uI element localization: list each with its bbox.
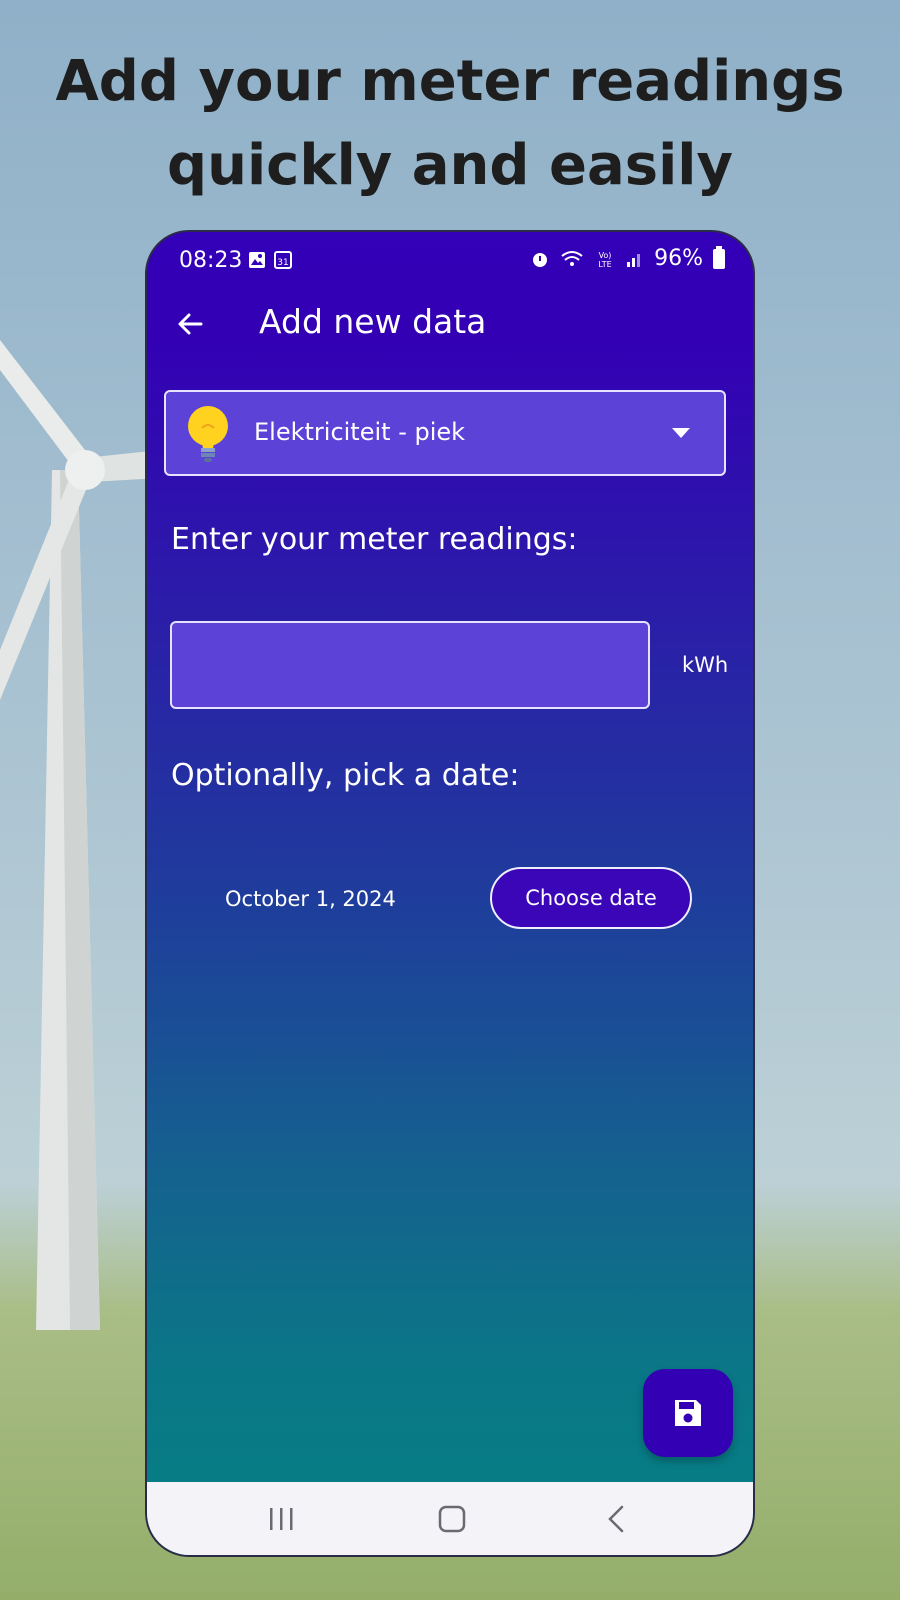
arrow-left-icon[interactable] xyxy=(171,304,211,344)
wind-turbine-illustration xyxy=(0,340,160,1330)
wifi-icon xyxy=(561,250,583,266)
status-time: 08:23 xyxy=(179,248,243,273)
status-left-icons: 31 xyxy=(247,250,293,270)
choose-date-button[interactable]: Choose date xyxy=(490,867,692,929)
status-right: Vo) LTE 96% xyxy=(530,245,725,271)
selected-date: October 1, 2024 xyxy=(225,887,396,911)
alarm-icon xyxy=(533,252,548,267)
svg-text:LTE: LTE xyxy=(598,260,611,269)
svg-text:31: 31 xyxy=(277,258,288,268)
calendar-icon: 31 xyxy=(274,251,292,269)
readings-label: Enter your meter readings: xyxy=(171,522,578,557)
headline-line-2: quickly and easily xyxy=(166,133,733,198)
unit-label: kWh xyxy=(682,653,729,677)
chevron-down-icon xyxy=(672,428,690,438)
date-label: Optionally, pick a date: xyxy=(171,758,520,793)
save-icon xyxy=(675,1400,701,1426)
signal-icon xyxy=(627,253,641,267)
lightbulb-icon xyxy=(188,406,228,462)
image-icon xyxy=(249,252,265,268)
back-icon[interactable] xyxy=(597,1504,637,1536)
headline-line-1: Add your meter readings xyxy=(55,49,845,114)
home-icon[interactable] xyxy=(432,1504,472,1536)
page-title: Add new data xyxy=(259,302,487,341)
app-bar: Add new data xyxy=(147,288,753,368)
battery-percent: 96% xyxy=(654,246,703,271)
recent-apps-icon[interactable] xyxy=(262,1504,302,1536)
meter-type-dropdown[interactable]: Elektriciteit - piek xyxy=(164,390,726,476)
meter-type-selected: Elektriciteit - piek xyxy=(254,418,466,446)
volte-icon: Vo) LTE xyxy=(598,251,612,269)
phone-screen: 08:23 31 Vo) LTE 96% Add new data Elektr… xyxy=(145,230,755,1557)
system-nav-bar xyxy=(147,1482,753,1555)
save-button[interactable] xyxy=(643,1369,733,1457)
battery-icon xyxy=(713,245,725,269)
meter-reading-input[interactable] xyxy=(170,621,650,709)
status-bar: 08:23 31 Vo) LTE 96% xyxy=(147,232,753,288)
headline: Add your meter readings quickly and easi… xyxy=(0,40,900,208)
svg-text:Vo): Vo) xyxy=(599,251,612,260)
